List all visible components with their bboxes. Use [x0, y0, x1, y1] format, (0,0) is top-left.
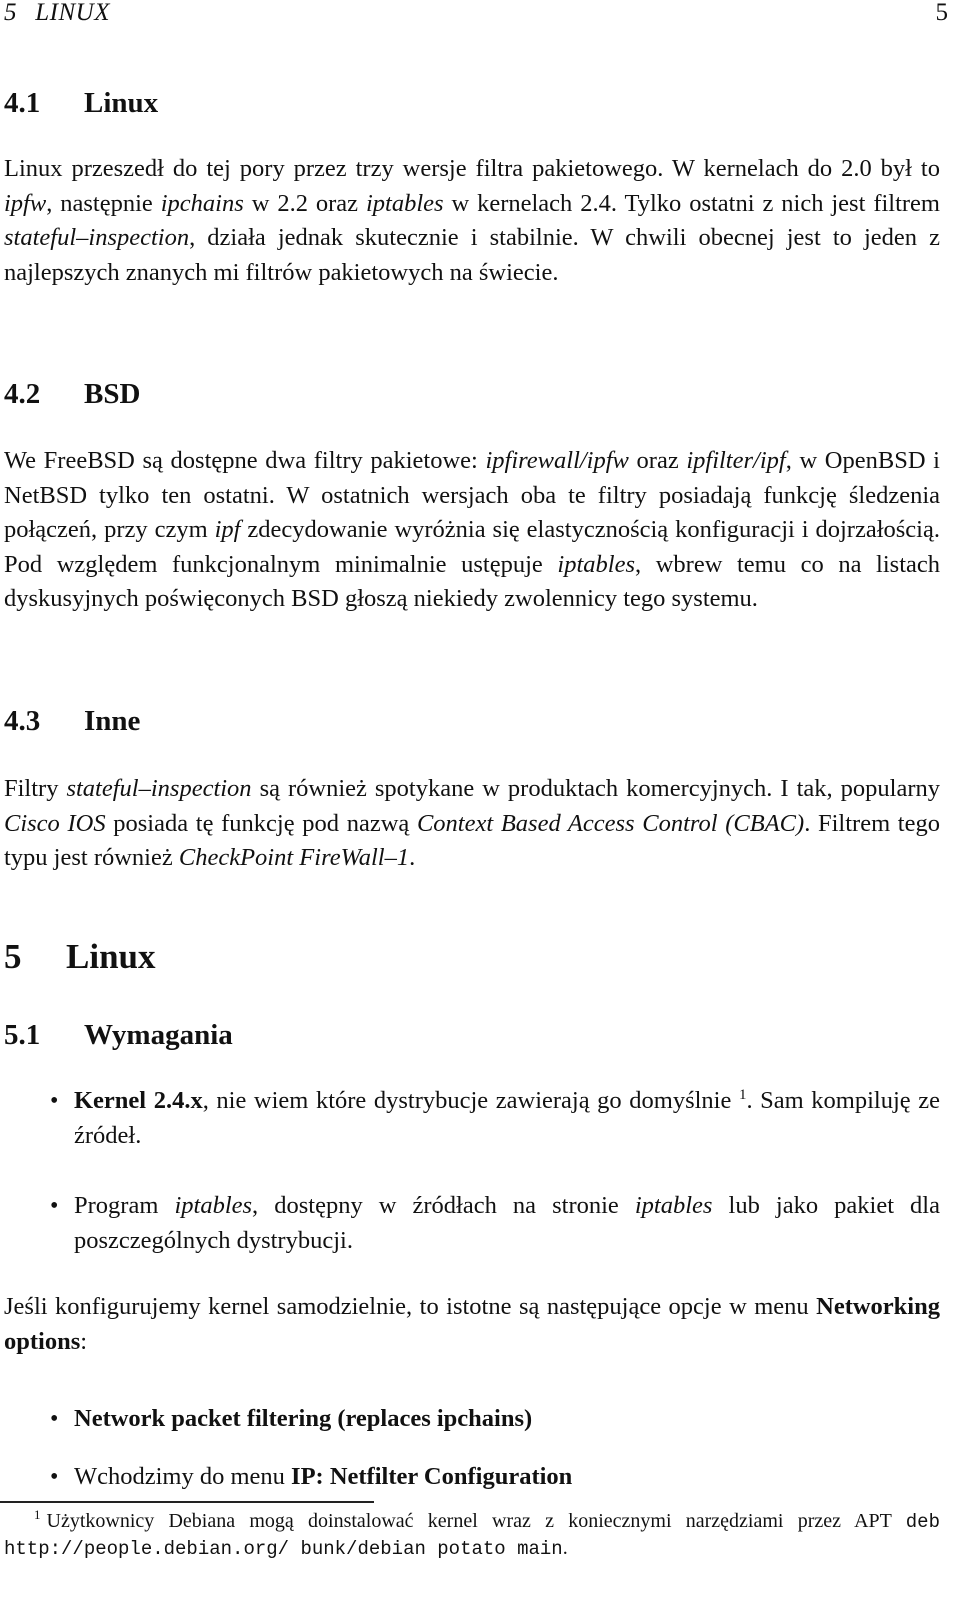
text-run: . [562, 1537, 568, 1559]
text-run: , nie wiem które dystrybucje zawierają g… [202, 1087, 739, 1114]
text-run: posiada tę funkcję pod nazwą [105, 809, 417, 837]
term-iptables: iptables [557, 550, 635, 578]
section-number: 4.3 [4, 705, 41, 737]
paragraph-other: Filtry stateful–inspection są również sp… [4, 772, 940, 876]
text-run: Jeśli konfigurujemy kernel samodzielnie,… [4, 1293, 817, 1320]
running-header-chapter-title: LINUX [35, 0, 110, 26]
page-number: 5 [935, 0, 949, 26]
options-list: • Network packet filtering (replaces ipch… [4, 1402, 940, 1494]
bullet-icon: • [50, 1088, 59, 1114]
list-item-iptables: • Program iptables, dostępny w źródłach n… [4, 1189, 940, 1258]
section-heading-4-2: 4.2 BSD [4, 377, 140, 411]
term-stateful-inspection: stateful–inspection [4, 224, 190, 252]
text-run: Filtry [4, 775, 67, 802]
text-run: w kernelach 2.4. Tylko ostatni z nich je… [443, 189, 940, 217]
footnote-mark: 1 [34, 1507, 41, 1523]
paragraph-config: Jeśli konfigurujemy kernel samodzielnie,… [4, 1290, 940, 1359]
term-checkpoint-firewall: CheckPoint FireWall–1 [178, 844, 410, 872]
term-cisco-ios: Cisco IOS [4, 809, 106, 837]
paragraph-bsd: We FreeBSD są dostępne dwa filtry pakiet… [4, 444, 940, 617]
bullet-icon: • [50, 1406, 59, 1432]
term-ipf: ipf [214, 516, 241, 544]
term-stateful-inspection: stateful–inspection [66, 775, 252, 802]
text-run: Wchodzimy do menu [74, 1462, 292, 1490]
chapter-heading-5: 5 Linux [4, 936, 156, 978]
chapter-title: Linux [66, 937, 156, 976]
list-item-netfilter: • Wchodzimy do menu IP: Netfilter Configu… [4, 1460, 940, 1495]
chapter-number: 5 [4, 937, 22, 976]
bullet-icon: • [50, 1193, 59, 1220]
running-header: 5 LINUX 5 [4, 0, 948, 28]
text-run: Program [74, 1192, 175, 1220]
option-network-packet-filtering: Network packet filtering (replaces ipcha… [74, 1405, 533, 1432]
list-item-packet-filtering: • Network packet filtering (replaces ipch… [4, 1402, 940, 1437]
running-header-chapter-number: 5 [4, 0, 17, 26]
term-cbac: Context Based Access Control (CBAC) [416, 809, 805, 837]
footnote: 1 Użytkownicy Debiana mogą doinstalować k… [4, 1508, 940, 1562]
text-run: Linux przeszedł do tej pory przez trzy w… [4, 155, 940, 182]
section-heading-4-3: 4.3 Inne [4, 704, 140, 738]
footnote-divider [0, 1501, 374, 1503]
term-ipfw: ipfw [4, 189, 47, 217]
section-number: 5.1 [4, 1019, 41, 1051]
term-ipfirewall: ipfirewall/ipfw [485, 447, 629, 474]
text-run: We FreeBSD są dostępne dwa filtry pakiet… [4, 447, 486, 474]
section-number: 4.2 [4, 378, 41, 410]
text-run: , następnie [46, 189, 161, 217]
text-run: Użytkownicy Debiana mogą doinstalować ke… [46, 1510, 906, 1532]
section-heading-4-1: 4.1 Linux [4, 86, 158, 120]
term-iptables: iptables [365, 189, 444, 217]
term-ipfilter: ipfilter/ipf [686, 447, 786, 474]
text-run: , dostępny w źródłach na stronie [252, 1192, 635, 1220]
section-title: BSD [84, 378, 141, 410]
section-number: 4.1 [4, 87, 41, 119]
paragraph-linux: Linux przeszedł do tej pory przez trzy w… [4, 152, 940, 290]
section-title: Inne [84, 705, 141, 737]
text-run: w 2.2 oraz [243, 189, 366, 217]
term-iptables: iptables [174, 1192, 253, 1220]
menu-ip-netfilter-configuration: IP: Netfilter Configuration [291, 1462, 573, 1490]
list-item-kernel: • Kernel 2.4.x, nie wiem które dystrybucj… [4, 1084, 940, 1153]
text-run: . [409, 844, 416, 872]
bullet-icon: • [50, 1463, 59, 1490]
kernel-version: Kernel 2.4.x [74, 1087, 203, 1114]
section-title: Wymagania [84, 1019, 233, 1051]
requirements-list: • Kernel 2.4.x, nie wiem które dystrybucj… [4, 1084, 940, 1258]
text-run: są również spotykane w produktach komerc… [251, 775, 940, 802]
section-title: Linux [84, 87, 159, 119]
text-run: : [80, 1327, 88, 1355]
text-run: oraz [628, 447, 687, 474]
term-iptables: iptables [634, 1192, 713, 1220]
term-ipchains: ipchains [160, 189, 244, 217]
section-heading-5-1: 5.1 Wymagania [4, 1018, 233, 1052]
